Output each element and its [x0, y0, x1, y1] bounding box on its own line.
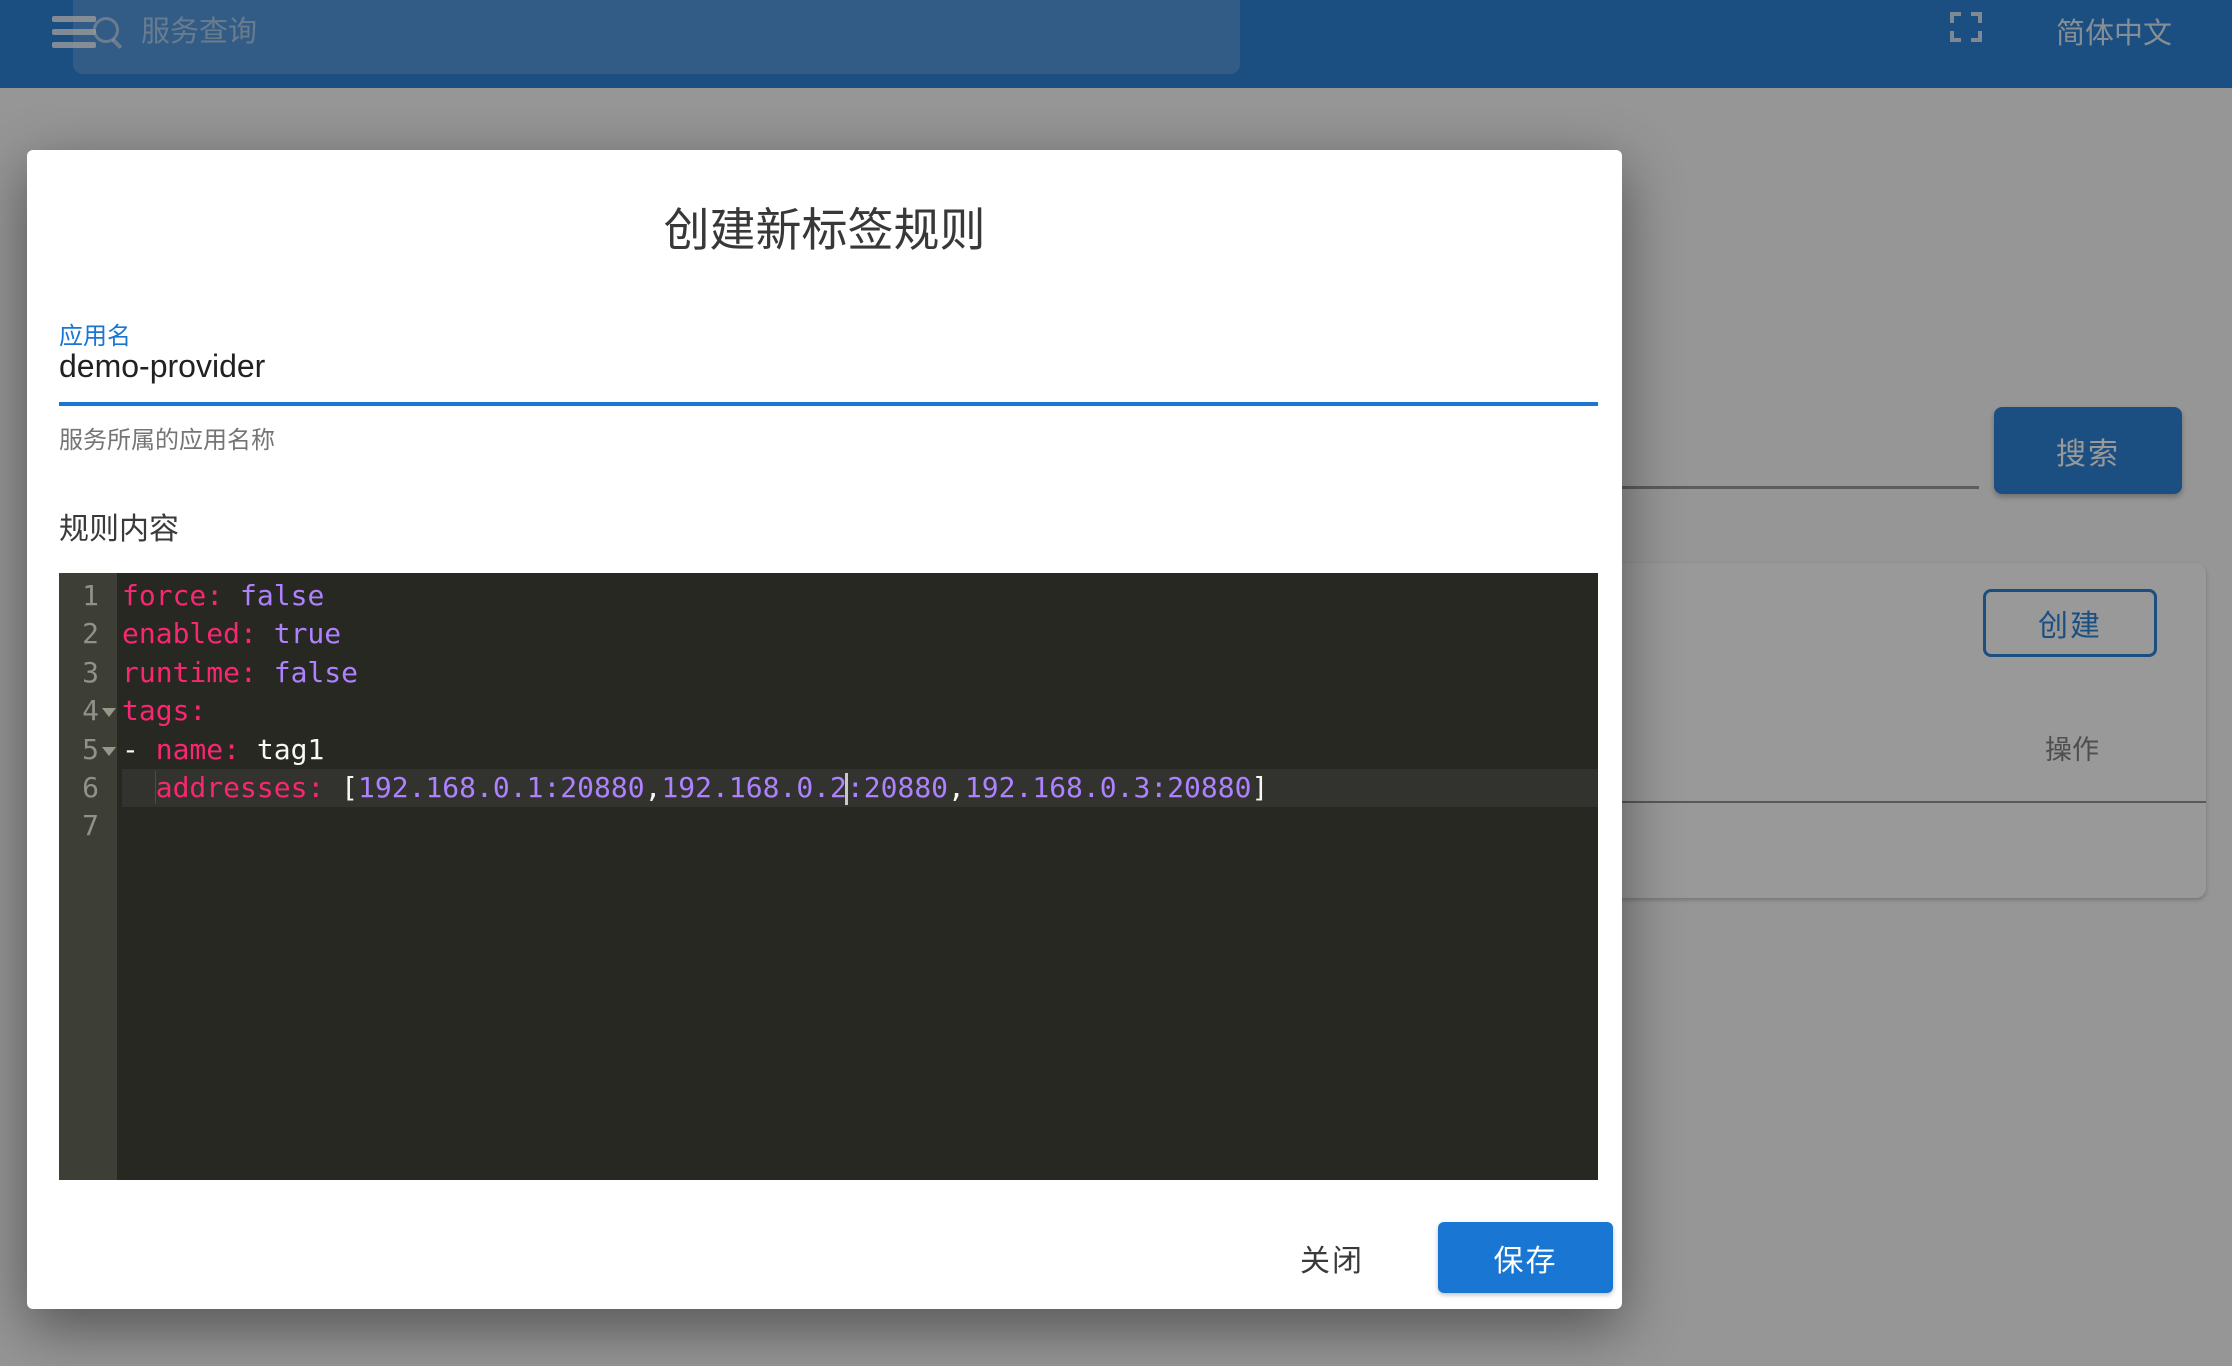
save-button[interactable]: 保存: [1438, 1222, 1613, 1293]
dialog-actions: 关闭 保存: [27, 1222, 1622, 1293]
create-tag-rule-dialog: 创建新标签规则 应用名 服务所属的应用名称 规则内容 1234567 force…: [27, 150, 1622, 1309]
code-line: - name: tag1: [122, 731, 1598, 769]
close-button[interactable]: 关闭: [1272, 1236, 1392, 1280]
line-number: 5: [59, 731, 117, 769]
code-line: runtime: false: [122, 654, 1598, 692]
rule-content-label: 规则内容: [59, 504, 179, 548]
line-number: 3: [59, 654, 117, 692]
line-number: 7: [59, 807, 117, 845]
dialog-title: 创建新标签规则: [27, 194, 1622, 260]
line-number: 6: [59, 769, 117, 807]
code-line: force: false: [122, 577, 1598, 615]
code-line: enabled: true: [122, 615, 1598, 653]
line-number: 1: [59, 577, 117, 615]
code-line: addresses: [192.168.0.1:20880,192.168.0.…: [122, 769, 1598, 807]
fold-arrow-icon[interactable]: [102, 747, 116, 756]
app-name-input-underline: [59, 402, 1598, 406]
page: 简体中文 搜索 创建 操作 创建新标签规则 应用名 服务所属的应用名称 规则内容…: [0, 0, 2232, 1366]
fold-arrow-icon[interactable]: [102, 708, 116, 717]
line-number: 2: [59, 615, 117, 653]
app-name-label: 应用名: [59, 316, 131, 351]
yaml-code-editor[interactable]: 1234567 force: falseenabled: trueruntime…: [59, 573, 1598, 1180]
code-line: [122, 807, 1598, 845]
editor-code: force: falseenabled: trueruntime: falset…: [117, 573, 1598, 1180]
app-name-input[interactable]: [59, 348, 1598, 385]
editor-gutter: 1234567: [59, 573, 117, 1180]
app-name-hint: 服务所属的应用名称: [59, 420, 275, 455]
code-line: tags:: [122, 692, 1598, 730]
line-number: 4: [59, 692, 117, 730]
